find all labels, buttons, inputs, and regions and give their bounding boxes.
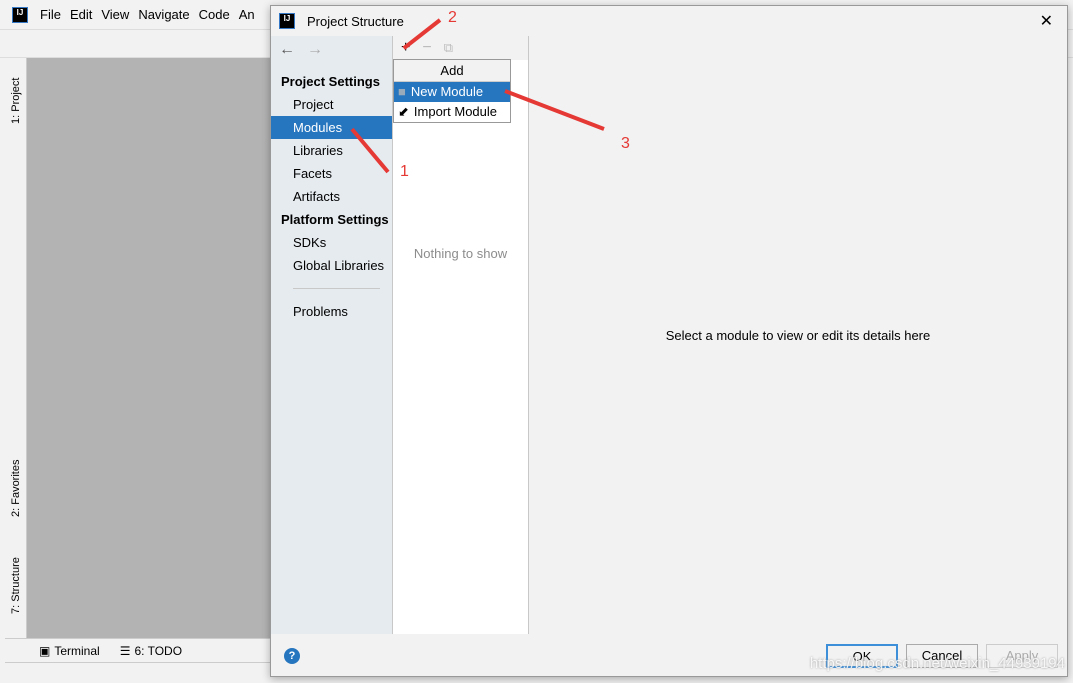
empty-text: Nothing to show <box>413 246 508 261</box>
nav-item-facets[interactable]: Facets <box>271 162 392 185</box>
annotation-1: 1 <box>400 163 409 180</box>
nav-item-sdks[interactable]: SDKs <box>271 231 392 254</box>
detail-panel: Select a module to view or edit its deta… <box>529 36 1067 634</box>
back-arrow-icon[interactable]: ← <box>279 41 295 59</box>
section-project-settings: Project Settings <box>281 74 380 89</box>
copy-icon[interactable]: ⧉ <box>444 40 453 56</box>
dialog-titlebar: IJ Project Structure <box>271 6 1067 36</box>
tab-favorites[interactable]: 2: Favorites <box>5 448 27 528</box>
label: Import Module <box>413 104 497 119</box>
folder-icon: ■ <box>398 84 406 99</box>
status-bar <box>5 662 275 683</box>
menu-file[interactable]: File <box>40 7 61 22</box>
editor-area <box>27 58 277 638</box>
dialog-title: Project Structure <box>307 13 404 29</box>
add-popup-menu: Add ■ New Module ⬋ Import Module <box>393 59 511 123</box>
import-icon: ⬋ <box>398 104 409 119</box>
nav-item-problems[interactable]: Problems <box>271 300 392 323</box>
intellij-logo-icon: IJ <box>279 13 295 29</box>
annotation-2: 2 <box>448 9 457 26</box>
section-platform-settings: Platform Settings <box>281 212 389 227</box>
nav-item-artifacts[interactable]: Artifacts <box>271 185 392 208</box>
tool-window-stripe: 1: Project 2: Favorites 7: Structure <box>5 58 27 638</box>
settings-nav: ← → Project Settings Project Modules Libr… <box>271 36 392 634</box>
intellij-logo-icon: IJ <box>12 6 28 23</box>
menu-analyze[interactable]: An <box>239 7 255 22</box>
bottom-tool-bar: ▣ Terminal ☰ 6: TODO <box>5 638 275 662</box>
tab-structure[interactable]: 7: Structure <box>5 546 27 626</box>
divider <box>293 288 380 289</box>
menu-item-new-module[interactable]: ■ New Module <box>394 82 510 102</box>
module-list: +−⧉ Nothing to show Add ■New Module ⬋Imp… <box>392 36 529 634</box>
tab-project[interactable]: 1: Project <box>5 66 27 136</box>
detail-placeholder: Select a module to view or edit its deta… <box>665 327 931 343</box>
annotation-3: 3 <box>621 135 630 152</box>
watermark: https://blog.csdn.net/weixin_44939194 <box>809 655 1065 672</box>
nav-item-global-libraries[interactable]: Global Libraries <box>271 254 392 277</box>
nav-item-modules[interactable]: Modules <box>271 116 392 139</box>
terminal-icon: ▣ <box>39 643 51 658</box>
project-structure-dialog: IJ Project Structure ✕ ← → Project Settin… <box>270 5 1068 677</box>
menu-edit[interactable]: Edit <box>70 7 92 22</box>
nav-item-project[interactable]: Project <box>271 93 392 116</box>
menu-navigate[interactable]: Navigate <box>138 7 189 22</box>
close-icon[interactable]: ✕ <box>1040 11 1053 31</box>
remove-icon[interactable]: − <box>422 39 431 57</box>
help-icon[interactable]: ? <box>284 648 300 664</box>
forward-arrow-icon[interactable]: → <box>307 41 323 59</box>
todo-icon: ☰ <box>119 643 131 658</box>
tab-terminal[interactable]: Terminal <box>54 644 99 658</box>
menu-view[interactable]: View <box>101 7 129 22</box>
menu-item-import-module[interactable]: ⬋ Import Module <box>394 102 510 122</box>
menu-code[interactable]: Code <box>199 7 230 22</box>
popup-header: Add <box>394 60 510 82</box>
tab-todo[interactable]: 6: TODO <box>134 644 182 658</box>
label: New Module <box>410 84 484 99</box>
